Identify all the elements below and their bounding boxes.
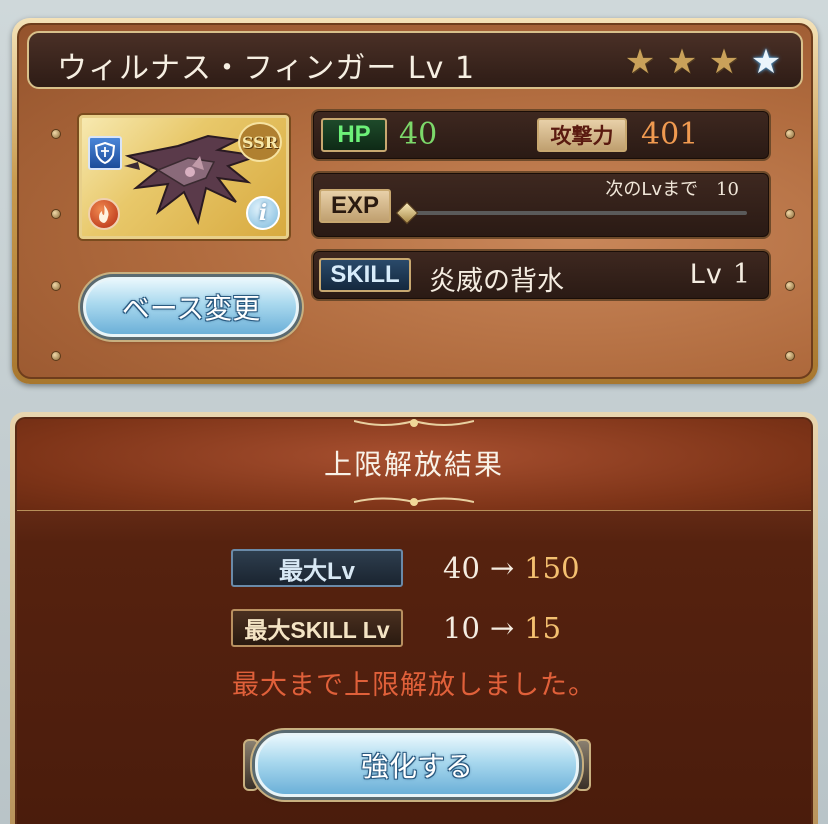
attack-value: 401 <box>641 117 699 152</box>
exp-bar-knob-icon <box>395 201 419 225</box>
skill-label: SKILL <box>319 258 411 292</box>
weapon-card-inner: ウィルナス・フィンガー Lv 1 ★ ★ ★ ★ SSR i ベース変更 HP … <box>17 23 813 379</box>
exp-row: EXP 次のLvまで 10 <box>311 171 771 239</box>
rivet-icon <box>785 281 795 291</box>
rivet-icon <box>785 351 795 361</box>
result-message: 最大まで上限解放しました。 <box>232 670 596 701</box>
skill-lv-label: Lv <box>689 259 723 290</box>
shield-type-icon <box>88 136 122 170</box>
next-lv-text: 次のLvまで 10 <box>605 175 739 201</box>
max-lv-change: 40 → 150 <box>443 551 580 585</box>
uncap-result-panel: 上限解放結果 最大Lv 40 → 150 最大SKILL Lv 10 → 15 最大まで… <box>10 412 818 824</box>
rivet-icon <box>51 351 61 361</box>
strengthen-label: 強化する <box>360 750 473 783</box>
rivet-icon <box>785 129 795 139</box>
skill-row[interactable]: SKILL 炎威の背水 Lv 1 <box>311 249 771 301</box>
base-change-label: ベース変更 <box>121 292 261 325</box>
skill-level: Lv 1 <box>690 259 751 290</box>
next-lv-value: 10 <box>716 179 739 200</box>
max-lv-to: 150 <box>524 551 580 585</box>
arrow-icon: → <box>489 551 515 585</box>
ornament-icon <box>354 419 474 427</box>
max-skill-lv-from: 10 <box>443 611 480 645</box>
rivet-icon <box>51 281 61 291</box>
hp-value: 40 <box>399 117 438 152</box>
max-lv-label: 最大Lv <box>231 549 403 587</box>
star-icon: ★ <box>666 42 698 82</box>
rivet-icon <box>51 209 61 219</box>
weapon-card: ウィルナス・フィンガー Lv 1 ★ ★ ★ ★ SSR i ベース変更 HP … <box>12 18 818 384</box>
skill-name: 炎威の背水 <box>429 266 564 297</box>
fire-element-icon <box>88 198 120 230</box>
strengthen-button[interactable]: 強化する <box>255 733 579 797</box>
exp-label: EXP <box>319 189 391 223</box>
panel-header: 上限解放結果 <box>17 419 811 511</box>
rivet-icon <box>51 129 61 139</box>
next-lv-label: 次のLvまで <box>605 179 699 200</box>
weapon-portrait[interactable]: SSR i <box>79 115 289 239</box>
skill-lv-value: 1 <box>732 259 751 290</box>
max-skill-lv-change: 10 → 15 <box>443 611 561 645</box>
max-lv-from: 40 <box>443 551 480 585</box>
arrow-icon: → <box>489 611 515 645</box>
exp-bar <box>409 211 747 215</box>
title-bar: ウィルナス・フィンガー Lv 1 ★ ★ ★ ★ <box>27 31 803 89</box>
weapon-title: ウィルナス・フィンガー Lv 1 <box>57 51 476 86</box>
stats-row: HP 40 攻撃力 401 <box>311 109 771 161</box>
max-skill-lv-label: 最大SKILL Lv <box>231 609 403 647</box>
info-icon[interactable]: i <box>246 196 280 230</box>
star-icon: ★ <box>624 42 656 82</box>
ssr-rarity-badge: SSR <box>238 122 282 162</box>
max-skill-lv-to: 15 <box>524 611 562 645</box>
base-change-button[interactable]: ベース変更 <box>83 277 299 337</box>
star-icon: ★ <box>708 42 740 82</box>
uncap-result-inner: 上限解放結果 最大Lv 40 → 150 最大SKILL Lv 10 → 15 最大まで… <box>15 417 813 824</box>
rivet-icon <box>785 209 795 219</box>
blue-star-icon: ★ <box>750 42 782 82</box>
attack-label: 攻撃力 <box>537 118 627 152</box>
ornament-icon <box>354 497 474 506</box>
uncap-stars: ★ ★ ★ ★ <box>621 43 785 81</box>
result-title: 上限解放結果 <box>323 448 504 481</box>
hp-label: HP <box>321 118 387 152</box>
